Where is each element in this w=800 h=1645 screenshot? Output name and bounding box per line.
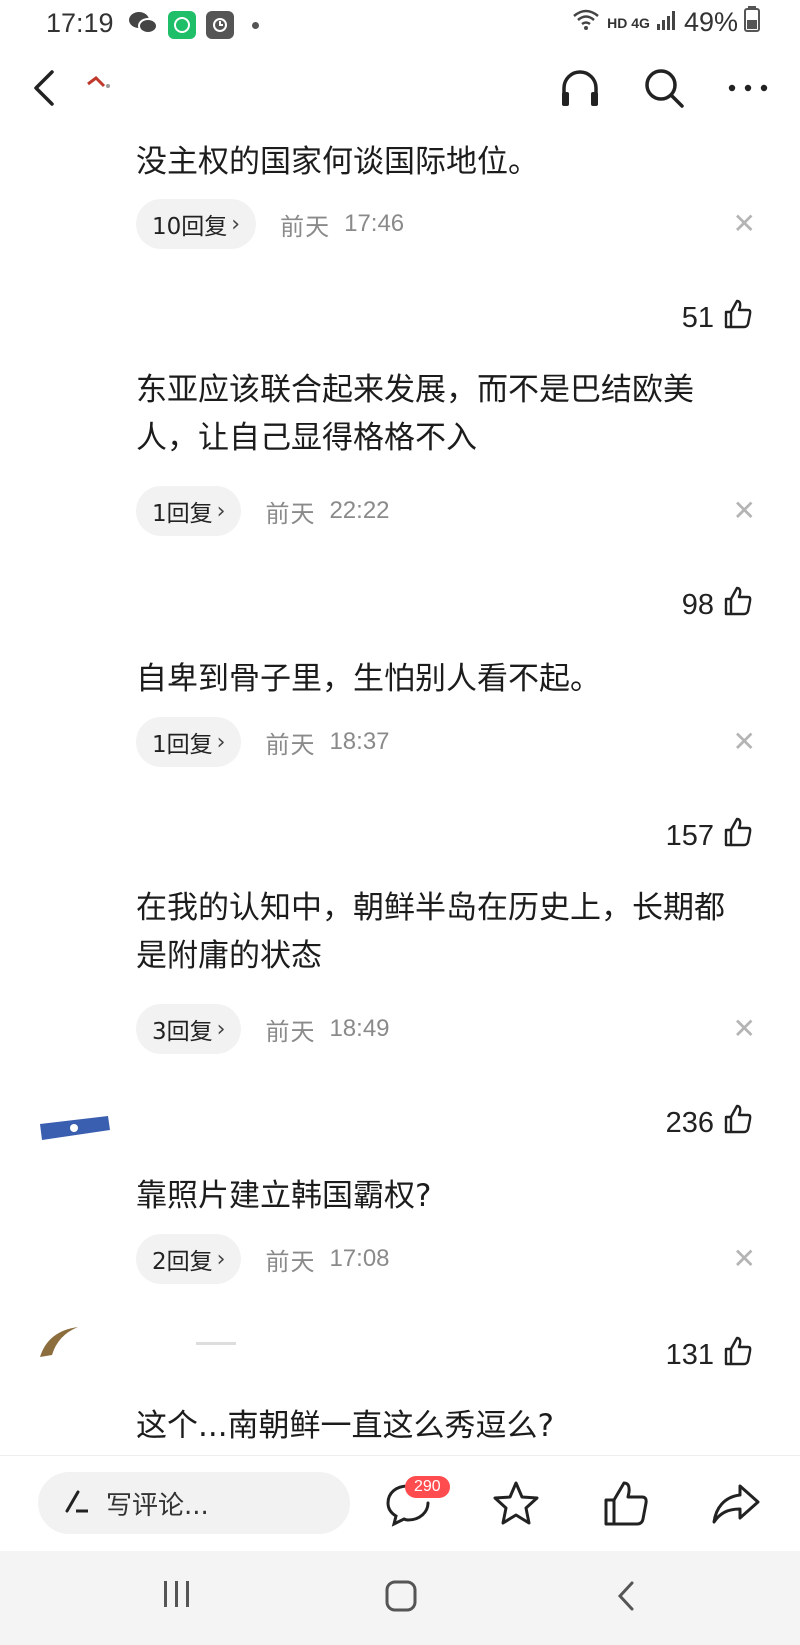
comment-date: 前天 [265,499,316,528]
pen-icon [64,1488,90,1518]
top-header [0,52,800,124]
reply-count: 3回复 [152,1019,213,1045]
comment-time: 17:46 [344,210,405,237]
comment-text: 东亚应该联合起来发展，而不是巴结欧美人，让自己显得格格不入 [136,372,694,456]
comment-text: 这个...南朝鲜一直这么秀逗么? [136,1408,555,1444]
reply-count: 1回复 [152,732,213,758]
chevron-right-icon: › [216,1246,226,1272]
comment-text: 没主权的国家何谈国际地位。 [136,144,539,180]
avatar[interactable] [38,1325,112,1365]
like-count: 51 [681,301,714,334]
wechat-icon [128,10,158,40]
like-count: 236 [665,1106,714,1139]
reply-count: 10回复 [152,214,228,240]
bottom-action-bar: 写评论... 290 [0,1455,800,1552]
battery-icon [744,6,760,39]
reply-count-button[interactable]: 2回复 › [136,1234,242,1284]
chevron-right-icon: › [216,729,226,755]
like-button[interactable]: 98 [682,585,754,625]
network-indicator: HD 4G [607,14,650,31]
chevron-right-icon: › [216,498,226,524]
like-button[interactable]: 157 [666,816,754,856]
share-icon[interactable] [710,1478,762,1530]
reply-count: 2回复 [152,1249,213,1275]
star-icon[interactable] [490,1478,542,1530]
headphones-icon[interactable] [558,66,602,110]
write-comment-input[interactable]: 写评论... [38,1472,350,1534]
search-icon[interactable] [642,66,686,110]
more-icon[interactable] [726,66,770,110]
like-button[interactable]: 131 [666,1335,754,1375]
thumbs-up-icon [722,1103,754,1143]
like-count: 131 [665,1338,714,1371]
close-icon[interactable]: ✕ [733,494,756,527]
avatar[interactable] [38,1112,112,1152]
status-bar: 17:19 HD 4G 49% [0,0,800,48]
comment-date: 前天 [265,1247,316,1276]
comment-count-badge: 290 [405,1476,450,1498]
thumbs-up-icon [722,816,754,856]
thumbs-up-icon[interactable] [600,1478,652,1530]
clock-icon [206,11,234,39]
thumbs-up-icon [722,585,754,625]
comment-date: 前天 [265,1017,316,1046]
reply-count-button[interactable]: 1回复 › [136,717,242,767]
comment-text: 靠照片建立韩国霸权? [136,1178,432,1214]
battery-percent: 49% [683,7,738,37]
reply-count: 1回复 [152,501,213,527]
like-button[interactable]: 236 [666,1103,754,1143]
comment-text: 自卑到骨子里，生怕别人看不起。 [136,661,601,697]
close-icon[interactable]: ✕ [733,1012,756,1045]
reply-count-button[interactable]: 3回复 › [136,1004,242,1054]
username-placeholder[interactable] [196,1342,236,1345]
reply-count-button[interactable]: 10回复 › [136,199,257,249]
like-count: 157 [665,819,714,852]
thumbs-up-icon [722,298,754,338]
thumbs-up-icon [722,1335,754,1375]
author-avatar[interactable] [84,74,114,92]
close-icon[interactable]: ✕ [733,725,756,758]
close-icon[interactable]: ✕ [733,1242,756,1275]
comment-date: 前天 [265,730,316,759]
comment-time: 18:37 [329,728,390,755]
signal-icon [656,7,678,38]
app-notification-icon [168,11,196,39]
comment-time: 17:08 [329,1245,390,1272]
back-button[interactable] [26,68,66,108]
chevron-right-icon: › [216,1016,226,1042]
system-nav-bar [0,1551,800,1645]
dot-icon [252,21,259,29]
like-count: 98 [681,588,714,621]
chevron-right-icon: › [231,211,241,237]
write-comment-placeholder: 写评论... [106,1490,209,1521]
recent-apps-icon[interactable] [160,1579,194,1613]
comment-time: 22:22 [329,497,390,524]
comment-text: 在我的认知中，朝鲜半岛在历史上，长期都是附庸的状态 [136,890,725,974]
close-icon[interactable]: ✕ [733,207,756,240]
status-time: 17:19 [46,8,114,38]
like-button[interactable]: 51 [682,298,754,338]
home-icon[interactable] [384,1579,418,1617]
wifi-icon [571,7,601,38]
comment-date: 前天 [280,212,331,241]
comment-time: 18:49 [329,1015,390,1042]
nav-back-icon[interactable] [612,1579,642,1617]
reply-count-button[interactable]: 1回复 › [136,486,242,536]
